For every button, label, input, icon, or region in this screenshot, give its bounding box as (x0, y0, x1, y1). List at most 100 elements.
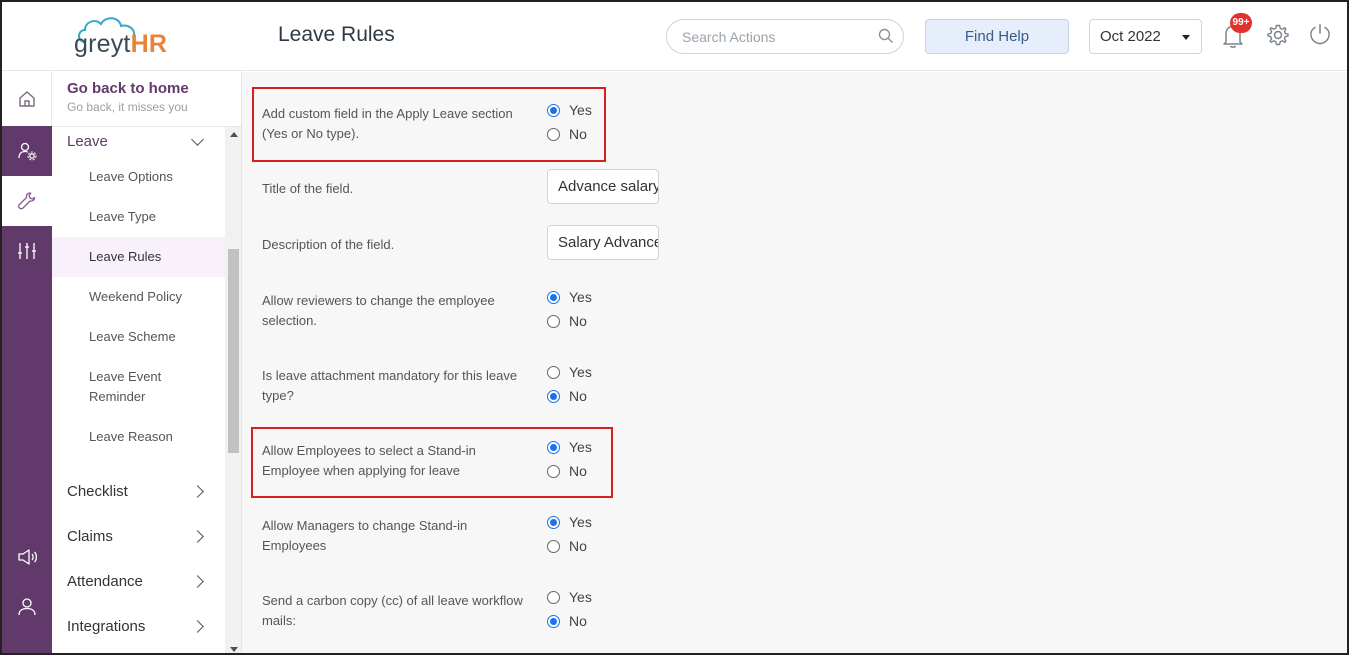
rail-sliders[interactable] (2, 226, 52, 276)
custom-field-yes-option[interactable]: Yes (547, 102, 592, 118)
go-back-home-subtitle: Go back, it misses you (67, 100, 188, 114)
divider (52, 126, 241, 127)
nav-section-attendance[interactable]: Attendance (67, 573, 143, 590)
radio-no[interactable] (547, 314, 560, 328)
question-line: type? (262, 388, 294, 403)
sliders-icon (18, 243, 36, 259)
search-icon[interactable] (878, 28, 894, 44)
radio-no[interactable] (547, 127, 560, 141)
field-title-label: Title of the field. (262, 181, 354, 196)
option-label: Yes (569, 102, 592, 118)
radio-no-selected[interactable] (547, 614, 560, 628)
reviewers-change-yes-option[interactable]: Yes (547, 289, 592, 305)
wrench-icon (18, 192, 36, 210)
carbon-copy-yes-option[interactable]: Yes (547, 589, 592, 605)
carbon-copy-no-option[interactable]: No (547, 613, 587, 629)
sub-navigation: Go back to home Go back, it misses you L… (52, 71, 242, 653)
attachment-mandatory-yes-option[interactable]: Yes (547, 364, 592, 380)
gear-icon[interactable] (1266, 23, 1290, 47)
radio-yes-selected[interactable] (547, 440, 560, 454)
option-label: Yes (569, 439, 592, 455)
question-line: Allow Employees to select a Stand-in (262, 443, 476, 458)
attachment-mandatory-question: Is leave attachment mandatory for this l… (262, 366, 542, 406)
field-description-input[interactable] (547, 225, 659, 260)
nav-section-leave[interactable]: Leave (67, 133, 108, 150)
radio-yes[interactable] (547, 590, 560, 604)
managers-change-stand-in-no-option[interactable]: No (547, 538, 587, 554)
rail-wrench[interactable] (2, 176, 52, 226)
nav-item-leave-event-reminder[interactable]: Leave Event Reminder (52, 367, 225, 407)
scrollbar-thumb[interactable] (228, 249, 239, 453)
carbon-copy-question: Send a carbon copy (cc) of all leave wor… (262, 591, 542, 631)
question-line: Allow reviewers to change the employee (262, 293, 495, 308)
icon-rail (2, 71, 52, 653)
question-line: Send a carbon copy (cc) of all leave wor… (262, 593, 523, 608)
question-line: Add custom field in the Apply Leave sect… (262, 106, 513, 121)
radio-yes-selected[interactable] (547, 515, 560, 529)
option-label: No (569, 126, 587, 142)
scroll-up-arrow-icon[interactable] (230, 132, 238, 137)
user-icon (18, 598, 36, 616)
option-label: No (569, 613, 587, 629)
search-input[interactable] (666, 19, 904, 54)
chevron-right-icon[interactable] (191, 530, 204, 543)
rail-home[interactable] (2, 71, 52, 126)
radio-yes-selected[interactable] (547, 290, 560, 304)
radio-yes-selected[interactable] (547, 103, 560, 117)
reviewers-change-no-option[interactable]: No (547, 313, 587, 329)
option-label: No (569, 538, 587, 554)
go-back-home-link[interactable]: Go back to home Go back, it misses you (67, 80, 189, 114)
app-window: greytHR Leave Rules Find Help Oct 2022 9… (0, 0, 1349, 655)
field-description-label: Description of the field. (262, 237, 395, 252)
question-line: mails: (262, 613, 296, 628)
leave-rules-content: Add custom field in the Apply Leave sect… (242, 72, 1347, 653)
option-label: Yes (569, 589, 592, 605)
field-title-input[interactable] (547, 169, 659, 204)
managers-change-stand-in-yes-option[interactable]: Yes (547, 514, 592, 530)
rail-announcements[interactable] (2, 532, 52, 582)
stand-in-employee-yes-option[interactable]: Yes (547, 439, 592, 455)
nav-section-checklist[interactable]: Checklist (67, 483, 128, 500)
caret-down-icon (1182, 35, 1190, 40)
option-label: No (569, 388, 587, 404)
radio-no[interactable] (547, 464, 560, 478)
greythr-logo[interactable]: greytHR (72, 12, 192, 60)
nav-item-leave-type[interactable]: Leave Type (52, 207, 225, 227)
month-select[interactable]: Oct 2022 (1089, 19, 1202, 54)
notification-badge: 99+ (1230, 13, 1252, 33)
custom-field-no-option[interactable]: No (547, 126, 587, 142)
chevron-right-icon[interactable] (191, 620, 204, 633)
option-label: No (569, 463, 587, 479)
question-line: Is leave attachment mandatory for this l… (262, 368, 518, 383)
nav-item-leave-scheme[interactable]: Leave Scheme (52, 327, 225, 347)
nav-item-leave-options[interactable]: Leave Options (52, 167, 225, 187)
chevron-right-icon[interactable] (191, 575, 204, 588)
find-help-button[interactable]: Find Help (925, 19, 1069, 54)
chevron-right-icon[interactable] (191, 485, 204, 498)
radio-yes[interactable] (547, 365, 560, 379)
month-select-value: Oct 2022 (1100, 28, 1161, 45)
rail-user-settings[interactable] (2, 126, 52, 176)
nav-item-leave-reason[interactable]: Leave Reason (52, 427, 225, 447)
power-icon[interactable] (1308, 22, 1332, 46)
managers-change-stand-in-question: Allow Managers to change Stand-in Employ… (262, 516, 542, 556)
chevron-down-icon[interactable] (191, 133, 204, 146)
option-label: No (569, 313, 587, 329)
logo-hr: HR (130, 30, 168, 58)
top-header: greytHR Leave Rules Find Help Oct 2022 9… (2, 2, 1347, 71)
scroll-down-arrow-icon[interactable] (230, 647, 238, 652)
nav-section-claims[interactable]: Claims (67, 528, 113, 545)
attachment-mandatory-no-option[interactable]: No (547, 388, 587, 404)
nav-item-leave-rules[interactable]: Leave Rules (52, 237, 225, 277)
stand-in-employee-no-option[interactable]: No (547, 463, 587, 479)
radio-no[interactable] (547, 539, 560, 553)
logo-greyt: greyt (74, 30, 131, 58)
question-line: selection. (262, 313, 317, 328)
question-line: Employee when applying for leave (262, 463, 461, 478)
radio-no-selected[interactable] (547, 389, 560, 403)
home-icon (19, 90, 35, 107)
question-line: (Yes or No type). (262, 126, 360, 141)
nav-item-weekend-policy[interactable]: Weekend Policy (52, 287, 225, 307)
nav-section-integrations[interactable]: Integrations (67, 618, 145, 635)
rail-profile[interactable] (2, 582, 52, 632)
